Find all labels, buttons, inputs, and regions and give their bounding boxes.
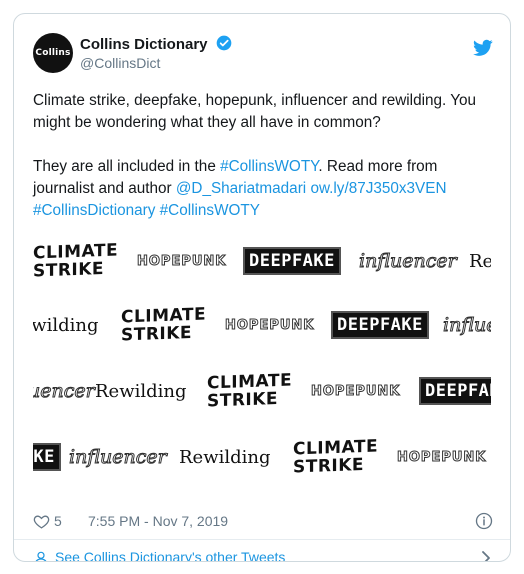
url-link[interactable]: ow.ly/87J350x3VEN [310,180,446,197]
person-icon [35,551,47,561]
account-handle[interactable]: @CollinsDict [80,55,160,71]
climate-strike-word: CLIMATE STRIKE [207,370,293,412]
deepfake-word: DEEPFAKE [331,297,429,353]
deepfake-word: DEEPFAKE [243,233,341,289]
tweet-header: Collins Collins Dictionary @CollinsDict [33,33,493,81]
hashtag-collinswoty-2[interactable]: #CollinsWOTY [160,202,260,219]
media-row: DEEPFAKE influencer Rewilding CLIMATESTR… [33,429,491,485]
climate-strike-word: CLIMATE STRIKE [121,304,207,346]
media-row: influencer Rewilding CLIMATESTRIKE HOPEP… [33,363,491,419]
media-row: CLIMATE STRIKE HOPEPUNK DEEPFAKE influenc… [33,233,491,289]
mention-link[interactable]: @D_Shariatmadari [176,180,306,197]
like-count[interactable]: 5 [54,513,62,529]
rewilding-word: Rewilding [469,250,491,272]
account-name[interactable]: Collins Dictionary [80,35,232,53]
climate-strike-word: CLIMATE STRIKE [293,436,379,478]
deepfake-word: DEEPFAKE [33,429,61,485]
deepfake-word: DEEPFAKE [419,363,491,419]
heart-icon[interactable] [33,513,50,530]
tweet-text: Climate strike, deepfake, hopepunk, infl… [33,90,488,222]
rewilding-word: Rewilding [95,380,187,402]
media-row: Rewilding CLIMATESTRIKE HOPEPUNK DEEPFAK… [33,297,491,353]
hopepunk-word: HOPEPUNK [396,449,487,465]
account-name-text[interactable]: Collins Dictionary [80,36,208,53]
hopepunk-word: HOPEPUNK [224,317,315,333]
verified-icon [216,35,232,51]
hashtag-collinsdictionary[interactable]: #CollinsDictionary [33,202,155,219]
influencer-word: influencer [443,314,491,337]
influencer-word: influencer [33,380,95,403]
info-icon[interactable] [475,512,493,530]
rewilding-word: Rewilding [179,446,271,468]
twitter-bird-icon[interactable] [473,39,493,57]
tweet-line-1: Climate strike, deepfake, hopepunk, infl… [33,92,477,131]
divider [14,539,510,540]
see-other-tweets-link[interactable]: See Collins Dictionary's other Tweets [33,548,493,561]
avatar[interactable]: Collins [33,33,73,73]
climate-strike-word: CLIMATE STRIKE [33,240,119,282]
tweet-media-image[interactable]: CLIMATE STRIKE HOPEPUNK DEEPFAKE influenc… [33,233,491,485]
hopepunk-word: HOPEPUNK [136,253,227,269]
chevron-right-icon [482,551,490,561]
influencer-word: influencer [69,446,168,469]
influencer-word: influencer [359,250,458,273]
text-prefix: They are all included in the [33,158,221,175]
tweet-card[interactable]: Collins Collins Dictionary @CollinsDict … [13,13,511,562]
hopepunk-word: HOPEPUNK [310,383,401,399]
tweet-timestamp[interactable]: 7:55 PM - Nov 7, 2019 [88,513,228,529]
see-other-tweets-label[interactable]: See Collins Dictionary's other Tweets [55,549,285,561]
tweet-footer: 5 7:55 PM - Nov 7, 2019 [33,511,493,533]
rewilding-word: Rewilding [33,314,99,336]
tweet-line-2: They are all included in the #CollinsWOT… [33,156,488,222]
hashtag-collinswoty[interactable]: #CollinsWOTY [220,158,318,175]
